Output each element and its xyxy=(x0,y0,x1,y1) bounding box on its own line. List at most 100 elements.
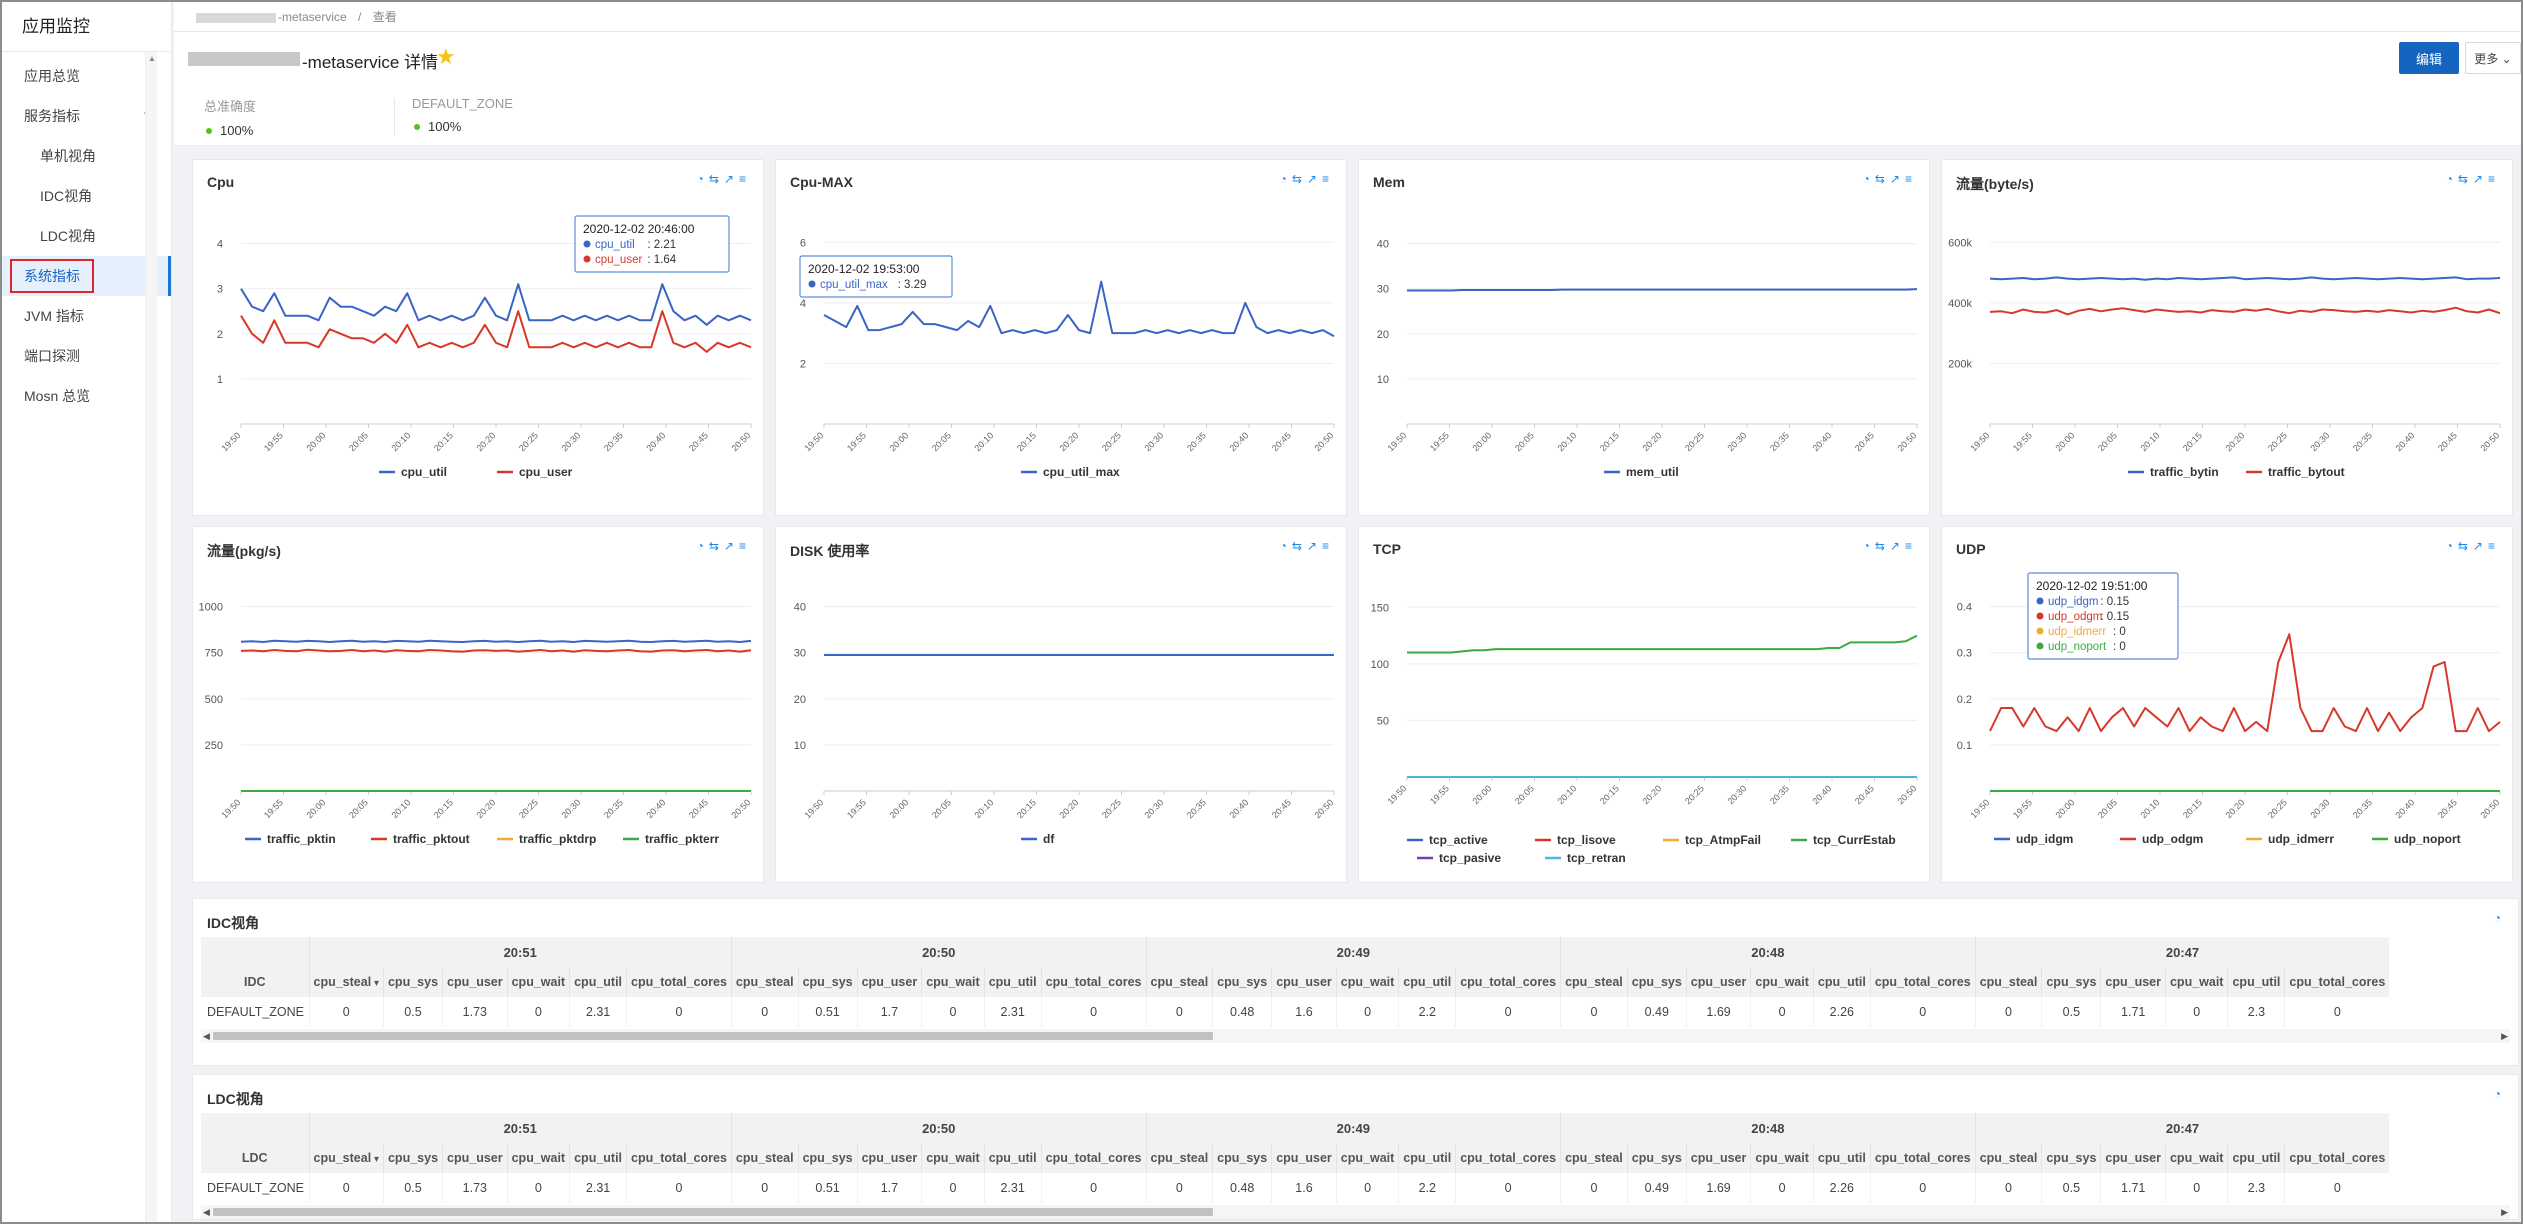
table-cell: 0.51 xyxy=(797,997,858,1027)
sidebar: 应用监控 应用总览 服务指标⌃ 单机视角 IDC视角 LDC视角 系统指标 JV… xyxy=(2,2,172,1222)
table-time-group: 20:50 xyxy=(730,1113,1146,1143)
y-tick-label: 50 xyxy=(1377,715,1389,727)
table-time-group: 20:48 xyxy=(1560,937,1976,967)
sidebar-item-label: 端口探测 xyxy=(24,348,80,364)
x-tick-label: 20:25 xyxy=(1100,797,1123,820)
more-button[interactable]: 更多 ⌄ xyxy=(2465,42,2521,74)
y-tick-label: 1000 xyxy=(199,602,223,614)
legend-label: tcp_AtmpFail xyxy=(1685,833,1761,847)
tooltip-series-name: udp_idmerr xyxy=(2048,626,2106,638)
y-tick-label: 6 xyxy=(800,237,806,249)
y-tick-label: 4 xyxy=(800,298,806,310)
table-column-header: cpu_util xyxy=(1812,967,1871,997)
page-title: -metaservice 详情 xyxy=(302,53,439,72)
table-group-header-row: 20:51 20:50 20:49 20:48 20:47 xyxy=(201,937,2390,967)
table-column-header: cpu_user xyxy=(1685,967,1751,997)
more-label: 更多 xyxy=(2474,51,2499,66)
table-cell: 0.49 xyxy=(1626,1173,1687,1203)
breadcrumb-current: 查看 xyxy=(372,10,397,24)
x-tick-label: 20:50 xyxy=(1895,783,1918,806)
stat-label: 总准确度 xyxy=(204,99,257,114)
chart-panel-tcp: TCP ◔⇆↗≡ 50 100 150 19:50 19:55 20:00 20:05 20:10… xyxy=(1358,526,1930,883)
table-cell: 0 xyxy=(2164,1173,2228,1203)
table-column-header: cpu_util xyxy=(569,967,627,997)
table-column-header[interactable]: cpu_steal ▾ xyxy=(308,1143,384,1173)
table-column-header: cpu_user xyxy=(2100,967,2166,997)
page-header: -metaservice 详情 ★ 编辑 更多 ⌄ xyxy=(174,32,2521,86)
pie-chart-icon[interactable]: ◔ xyxy=(2494,911,2506,925)
table-cell: 0 xyxy=(1455,1173,1561,1203)
table-cell: 0 xyxy=(921,997,985,1027)
table-cell: 2.31 xyxy=(983,997,1042,1027)
table-cell: 1.71 xyxy=(2100,997,2166,1027)
breadcrumb-service[interactable]: -metaservice xyxy=(278,10,347,24)
x-tick-label: 20:20 xyxy=(474,797,497,820)
table-column-header: cpu_sys xyxy=(2041,967,2101,997)
y-tick-label: 10 xyxy=(794,740,806,752)
tooltip-dot xyxy=(2036,642,2044,650)
sort-icon[interactable]: ▾ xyxy=(371,978,379,989)
stat-label: DEFAULT_ZONE xyxy=(412,96,513,111)
scroll-thumb[interactable] xyxy=(213,1032,1213,1040)
scroll-thumb[interactable] xyxy=(213,1208,1213,1216)
table-cell: 0 xyxy=(1455,997,1561,1027)
table-row-header: LDC xyxy=(201,1143,309,1173)
x-tick-label: 20:00 xyxy=(887,797,910,820)
x-tick-label: 20:10 xyxy=(1555,783,1578,806)
edit-button[interactable]: 编辑 xyxy=(2399,42,2459,74)
table-column-header: cpu_user xyxy=(442,1143,508,1173)
star-icon[interactable]: ★ xyxy=(436,44,456,70)
table-cell: 1.73 xyxy=(442,1173,508,1203)
scroll-left-icon[interactable]: ◀ xyxy=(203,1029,210,1043)
x-tick-label: 20:10 xyxy=(1555,430,1578,453)
table-column-header: cpu_wait xyxy=(1335,967,1399,997)
x-tick-label: 20:00 xyxy=(304,797,327,820)
table-cell: 2.26 xyxy=(1812,1173,1871,1203)
table-column-header: cpu_steal xyxy=(730,967,799,997)
table-cell: 0.5 xyxy=(2041,997,2101,1027)
table-column-header[interactable]: cpu_steal ▾ xyxy=(308,967,384,997)
tooltip-series-name: cpu_util_max xyxy=(820,279,888,291)
table-cell: 0 xyxy=(1040,997,1146,1027)
x-tick-label: 20:35 xyxy=(1768,783,1791,806)
table-time-group: 20:47 xyxy=(1974,937,2390,967)
scroll-right-icon[interactable]: ▶ xyxy=(2501,1205,2508,1219)
table-column-header: cpu_steal xyxy=(1560,967,1628,997)
horizontal-scrollbar[interactable]: ◀ ▶ xyxy=(201,1205,2510,1219)
table-column-header: cpu_total_cores xyxy=(2284,967,2390,997)
x-tick-label: 19:50 xyxy=(802,430,825,453)
x-tick-label: 20:25 xyxy=(1683,430,1706,453)
sort-icon[interactable]: ▾ xyxy=(371,1154,379,1165)
table-column-header: cpu_sys xyxy=(382,1143,443,1173)
x-tick-label: 20:40 xyxy=(644,430,667,453)
sidebar-scrollbar[interactable]: ▲ xyxy=(145,52,157,1222)
table-cell: 0 xyxy=(1750,997,1814,1027)
horizontal-scrollbar[interactable]: ◀ ▶ xyxy=(201,1029,2510,1043)
y-tick-label: 2 xyxy=(800,358,806,370)
series-line-traffic_pktout xyxy=(240,648,752,653)
x-tick-label: 20:30 xyxy=(1142,430,1165,453)
tooltip-time: 2020-12-02 19:51:00 xyxy=(2036,579,2148,593)
scroll-up-icon[interactable]: ▲ xyxy=(148,54,156,63)
legend-label: tcp_CurrEstab xyxy=(1813,833,1896,847)
legend-label: cpu_util_max xyxy=(1043,465,1120,479)
table-column-header: cpu_sys xyxy=(2041,1143,2101,1173)
x-tick-label: 20:15 xyxy=(1598,430,1621,453)
y-tick-label: 750 xyxy=(205,648,223,660)
x-tick-label: 20:50 xyxy=(1312,430,1335,453)
legend-label: tcp_lisove xyxy=(1557,833,1616,847)
y-tick-label: 100 xyxy=(1371,659,1389,671)
table-cell: 0 xyxy=(2284,1173,2390,1203)
x-tick-label: 19:50 xyxy=(1968,797,1991,820)
table-column-header: cpu_user xyxy=(1271,967,1337,997)
scroll-left-icon[interactable]: ◀ xyxy=(203,1205,210,1219)
table-cell: 1.7 xyxy=(856,997,922,1027)
legend-label: tcp_active xyxy=(1429,833,1488,847)
pie-chart-icon[interactable]: ◔ xyxy=(2494,1087,2506,1101)
x-tick-label: 20:45 xyxy=(687,797,710,820)
tooltip-value: : 2.21 xyxy=(647,239,676,251)
legend-label: tcp_retran xyxy=(1567,851,1626,865)
x-tick-label: 20:10 xyxy=(2138,430,2161,453)
scroll-right-icon[interactable]: ▶ xyxy=(2501,1029,2508,1043)
x-tick-label: 20:25 xyxy=(1683,783,1706,806)
